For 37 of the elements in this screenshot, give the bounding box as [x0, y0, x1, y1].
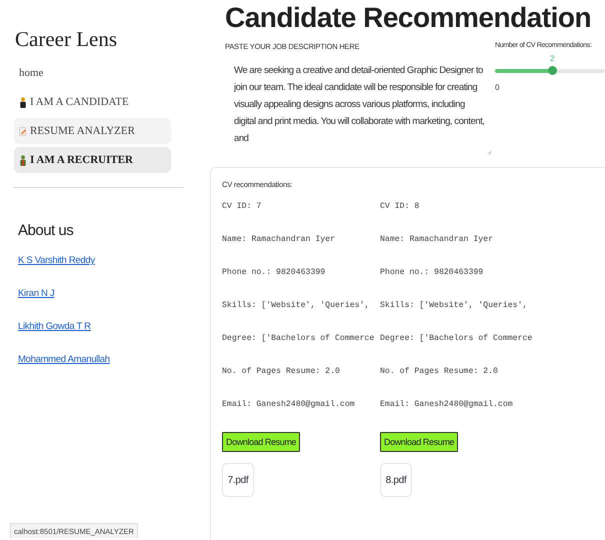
document-icon [19, 126, 27, 136]
slider-min: 0 [495, 83, 500, 92]
cv-detail: Name: Ramachandran Iyer [380, 234, 494, 246]
profile-link[interactable]: K S Varshith Reddy [18, 255, 200, 266]
file-chip[interactable]: 7.pdf [222, 463, 254, 497]
cv-detail: Email: Ganesh2480@gmail.com [222, 399, 356, 411]
nav-item[interactable]: I AM A RECRUITER [14, 147, 171, 173]
cv-detail: Skills: ['Website', 'Queries', [222, 300, 370, 312]
cv-detail: Phone no.: 9820463399 [380, 267, 484, 279]
page-title: Candidate Recommendation [225, 2, 592, 34]
cv-detail: Degree: ['Bachelors of Commerce [380, 333, 534, 345]
cv-detail: Email: Ganesh2480@gmail.com [380, 399, 514, 411]
person-icon [19, 96, 27, 108]
cv-detail: CV ID: 7 [222, 201, 262, 213]
profile-link[interactable]: Mohammed Amanullah [18, 354, 200, 365]
cv-detail: Phone no.: 9820463399 [222, 267, 326, 279]
file-chip[interactable]: 8.pdf [380, 463, 412, 497]
cv-detail: No. of Pages Resume: 2.0 [380, 366, 499, 378]
cv-detail: No. of Pages Resume: 2.0 [222, 366, 341, 378]
slider-value: 2 [550, 54, 554, 63]
profile-link[interactable]: Kiran N J [18, 288, 200, 299]
cv-detail: Skills: ['Website', 'Queries', [380, 300, 528, 312]
person-icon [19, 154, 27, 166]
job-description-field[interactable]: We are seeking a creative and detail-oriented Graphic Designer to join our team. The ideal candidate will be responsible for creating visually appealing designs across various platforms, including digital and print media. You will collaborate with marketing, content, and [225, 59, 492, 155]
cv-detail: Name: Ramachandran Iyer [222, 234, 336, 246]
cv-detail: CV ID: 8 [380, 201, 420, 213]
resize-handle-icon[interactable] [487, 150, 492, 155]
nav-item[interactable]: RESUME ANALYZER [14, 118, 171, 144]
section-heading: About us [18, 222, 74, 239]
nav-item[interactable]: I AM A CANDIDATE [14, 89, 171, 115]
download-button[interactable]: Download Resume [222, 432, 300, 452]
profile-link[interactable]: Likhith Gowda T R [18, 321, 200, 332]
cv-detail: Degree: ['Bachelors of Commerce [222, 333, 376, 345]
download-button[interactable]: Download Resume [380, 432, 458, 452]
nav-item[interactable]: home [14, 60, 171, 86]
app-title: Career Lens [15, 27, 118, 52]
slider-thumb[interactable] [548, 66, 557, 75]
